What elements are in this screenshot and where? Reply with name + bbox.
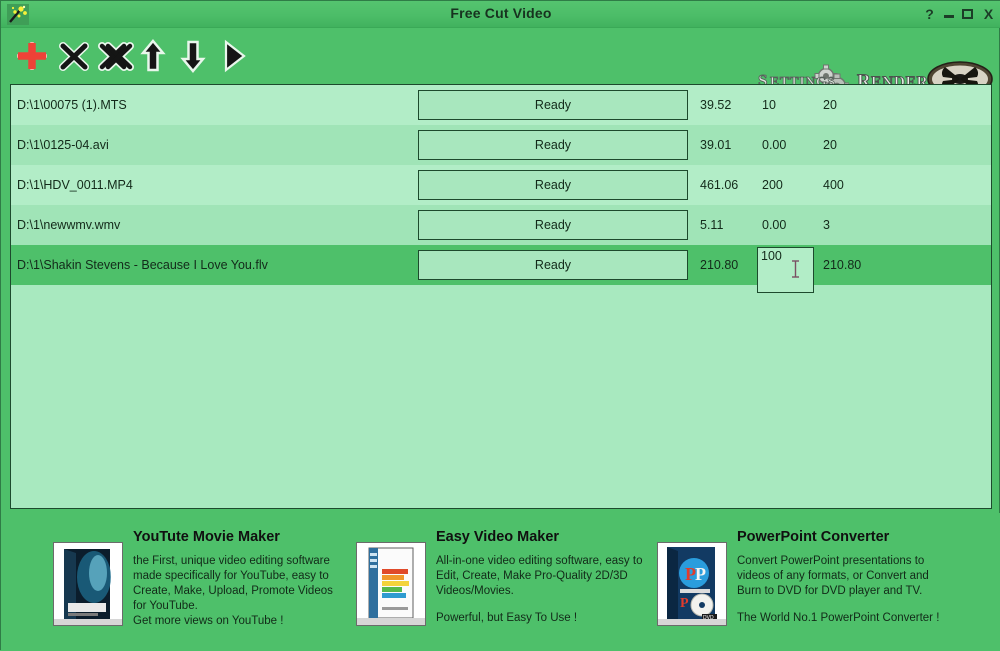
cell-file[interactable]: D:\1\Shakin Stevens - Because I Love You… — [11, 245, 412, 285]
promo-body: Easy Video Maker All-in-one video editing… — [436, 529, 646, 626]
file-list-grid[interactable]: FileStateDurationStartEnd D:\1\00075 (1)… — [10, 84, 992, 509]
cell-duration: 210.80 — [700, 258, 739, 272]
easy-video-maker-box-icon[interactable] — [356, 542, 426, 626]
play-button[interactable] — [217, 36, 261, 76]
promo-card[interactable]: P P P DVD PowerPoint Converter Convert PowerP… — [657, 529, 987, 639]
remove-file-button[interactable] — [55, 36, 99, 76]
table-row[interactable]: D:\1\HDV_0011.MP4 Ready 461.06 200 400 — [11, 165, 991, 205]
cell-file[interactable]: D:\1\00075 (1).MTS — [11, 85, 412, 125]
promo-description: All-in-one video editing software, easy … — [436, 555, 643, 597]
promo-title[interactable]: PowerPoint Converter — [737, 529, 987, 545]
state-button[interactable]: Ready — [418, 90, 688, 120]
promo-tagline: Powerful, but Easy To Use ! — [436, 612, 578, 624]
double-x-icon — [98, 42, 134, 71]
promo-card[interactable]: Easy Video Maker All-in-one video editing… — [356, 529, 646, 639]
promo-description: the First, unique video editing software… — [133, 555, 333, 627]
cell-start[interactable]: 0.00 — [756, 125, 817, 165]
move-down-button[interactable] — [177, 36, 221, 76]
maximize-icon — [962, 9, 973, 19]
add-file-button[interactable] — [11, 36, 55, 76]
promo-tagline: The World No.1 PowerPoint Converter ! — [737, 612, 940, 624]
move-up-button[interactable] — [137, 36, 181, 76]
table-row[interactable]: D:\1\Shakin Stevens - Because I Love You… — [11, 245, 991, 293]
promo-body: YouTute Movie Maker the First, unique vid… — [133, 529, 343, 629]
minimize-icon — [943, 15, 954, 18]
start-time-input[interactable]: 100 — [757, 247, 814, 293]
help-button[interactable]: ? — [922, 6, 937, 22]
close-button[interactable]: X — [981, 6, 996, 22]
remove-all-files-button[interactable] — [95, 36, 139, 76]
table-row[interactable]: D:\1\00075 (1).MTS Ready 39.52 10 20 — [11, 85, 991, 125]
arrow-down-icon — [180, 40, 206, 73]
promo-title[interactable]: Easy Video Maker — [436, 529, 646, 545]
state-button[interactable]: Ready — [418, 170, 688, 200]
minimize-button[interactable] — [941, 6, 956, 22]
cell-end[interactable]: 3 — [817, 205, 872, 245]
state-button[interactable]: Ready — [418, 250, 688, 280]
promo-title[interactable]: YouTute Movie Maker — [133, 529, 343, 545]
arrow-up-icon — [140, 39, 166, 72]
cell-end[interactable]: 20 — [817, 125, 872, 165]
cell-duration: 39.52 — [700, 98, 732, 112]
cell-start[interactable]: 10 — [756, 85, 817, 125]
maximize-button[interactable] — [960, 6, 975, 22]
powerpoint-converter-box-icon[interactable]: P P P DVD — [657, 542, 727, 626]
cell-start[interactable]: 200 — [756, 165, 817, 205]
cell-file[interactable]: D:\1\0125-04.avi — [11, 125, 412, 165]
cell-end[interactable]: 210.80 — [817, 245, 872, 285]
table-row[interactable]: D:\1\newwmv.wmv Ready 5.11 0.00 3 — [11, 205, 991, 245]
state-button[interactable]: Ready — [418, 130, 688, 160]
promo-description: Convert PowerPoint presentations to vide… — [737, 555, 929, 597]
play-icon — [224, 39, 246, 73]
plus-icon — [17, 42, 47, 70]
cell-end[interactable]: 20 — [817, 85, 872, 125]
state-button[interactable]: Ready — [418, 210, 688, 240]
x-icon — [59, 42, 89, 71]
cell-start[interactable]: 0.00 — [756, 205, 817, 245]
cell-end[interactable]: 400 — [817, 165, 872, 205]
promo-body: PowerPoint Converter Convert PowerPoint p… — [737, 529, 987, 626]
promo-card[interactable]: YouTute Movie Maker the First, unique vid… — [53, 529, 343, 639]
svg-text:P: P — [680, 596, 689, 611]
youtube-movie-maker-box-icon[interactable] — [53, 542, 123, 626]
cell-duration: 39.01 — [700, 138, 732, 152]
cell-file[interactable]: D:\1\newwmv.wmv — [11, 205, 412, 245]
cell-duration: 5.11 — [700, 218, 724, 232]
cell-file[interactable]: D:\1\HDV_0011.MP4 — [11, 165, 412, 205]
app-window: Free Cut Video ? X S ETTINGS R ENDER D:\… — [0, 0, 1000, 651]
title-bar: Free Cut Video ? X — [1, 1, 1000, 28]
svg-text:P: P — [695, 564, 706, 584]
window-title: Free Cut Video — [450, 5, 552, 21]
promo-panel: YouTute Movie Maker the First, unique vid… — [1, 513, 1000, 651]
cell-duration: 461.06 — [700, 178, 739, 192]
toolbar: S ETTINGS R ENDER — [1, 28, 1000, 101]
table-row[interactable]: D:\1\0125-04.avi Ready 39.01 0.00 20 — [11, 125, 991, 165]
